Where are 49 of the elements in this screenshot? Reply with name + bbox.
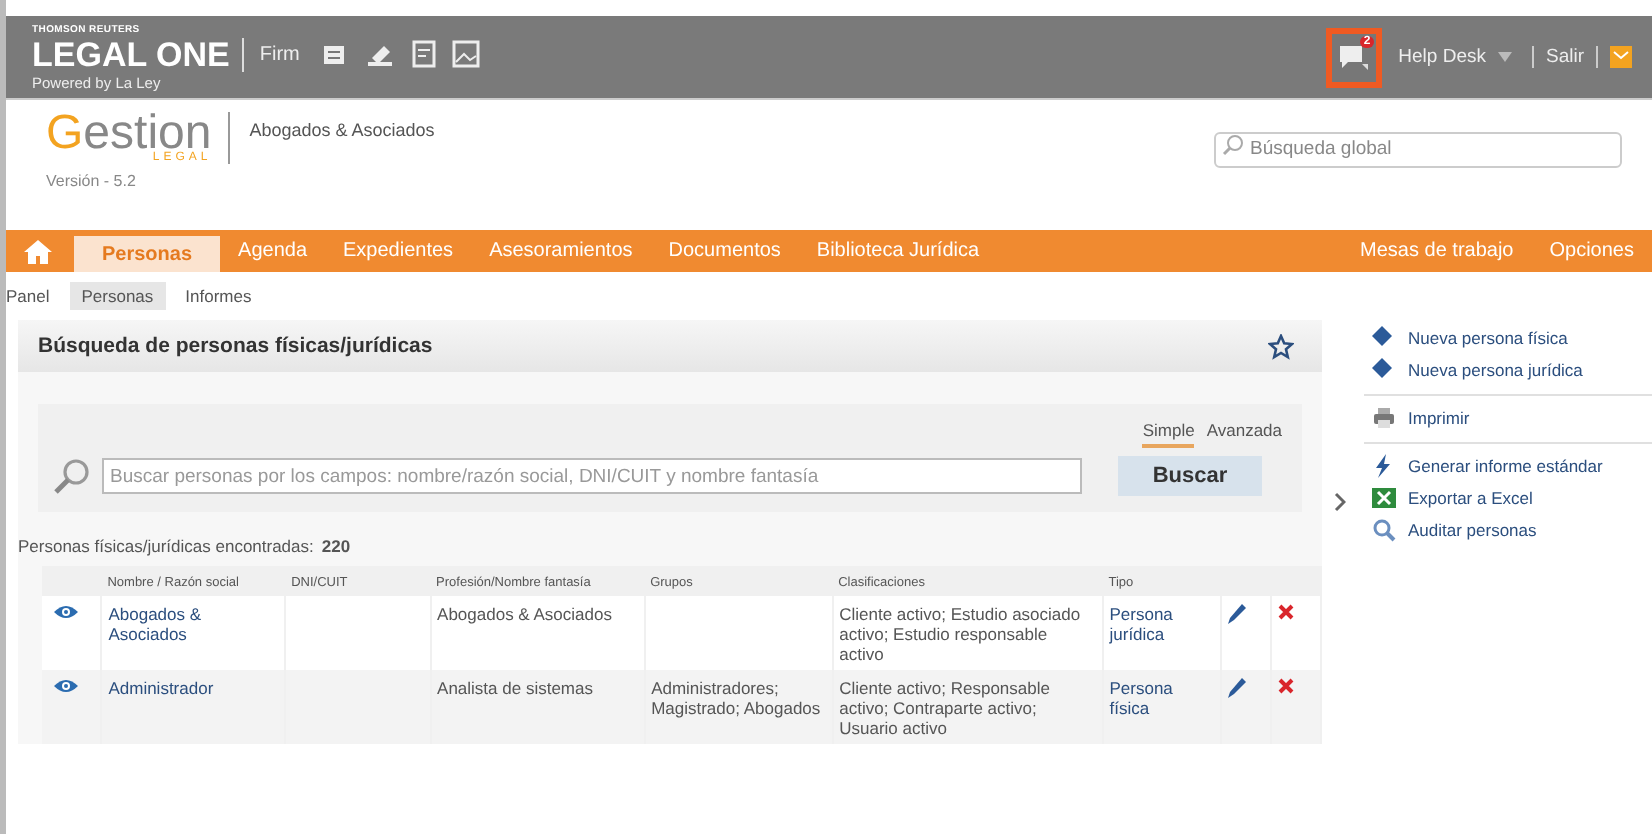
help-desk-menu[interactable]: Help Desk bbox=[1398, 46, 1486, 68]
printer-icon bbox=[1372, 406, 1396, 430]
report-icon[interactable] bbox=[411, 40, 436, 68]
lightning-icon bbox=[1372, 454, 1396, 478]
caret-icon bbox=[1497, 52, 1512, 62]
global-search-field[interactable]: Búsqueda global bbox=[1214, 131, 1622, 167]
table-cell-text: Persona física bbox=[1109, 678, 1175, 718]
logout-link[interactable]: Salir bbox=[1531, 46, 1598, 68]
search-mode-tab[interactable]: Simple bbox=[1142, 420, 1195, 448]
table-cell-text: Persona jurídica bbox=[1109, 604, 1175, 644]
product-label: Firm bbox=[259, 43, 300, 65]
image-icon[interactable] bbox=[451, 40, 480, 68]
search-mode-tab[interactable]: Avanzada bbox=[1206, 420, 1282, 448]
brand-logo: LEGAL ONE bbox=[32, 37, 244, 71]
eye-icon[interactable] bbox=[54, 678, 78, 694]
search-icon bbox=[54, 458, 90, 494]
sub-tab[interactable]: Informes bbox=[173, 282, 264, 310]
magnifier-icon bbox=[1372, 518, 1396, 542]
action-link[interactable]: Generar informe estándar bbox=[1408, 456, 1603, 476]
action-link[interactable]: Nueva persona física bbox=[1408, 328, 1568, 348]
spreadsheet-icon bbox=[1372, 486, 1396, 510]
table-cell: Analista de sistemas bbox=[437, 678, 593, 698]
action-link[interactable]: Auditar personas bbox=[1408, 520, 1537, 540]
delete-icon[interactable] bbox=[1278, 604, 1295, 620]
chevron-right-icon[interactable] bbox=[1334, 492, 1346, 512]
pencil-icon[interactable] bbox=[1228, 678, 1247, 698]
sub-tab[interactable]: Panel bbox=[6, 282, 62, 310]
table-cell: Administradores; Magistrado; Abogados bbox=[651, 678, 821, 718]
eye-icon[interactable] bbox=[54, 604, 78, 620]
action-link[interactable]: Exportar a Excel bbox=[1408, 488, 1533, 508]
delete-icon[interactable] bbox=[1278, 678, 1295, 694]
results-count-label: Personas físicas/jurídicas encontradas: bbox=[18, 536, 314, 556]
action-link[interactable]: Imprimir bbox=[1408, 408, 1470, 428]
pencil-icon[interactable] bbox=[1228, 604, 1247, 624]
chat-icon bbox=[1338, 41, 1371, 73]
company-name: Abogados & Asociados bbox=[249, 120, 435, 140]
search-field[interactable]: Buscar personas por los campos: nombre/razón social, DNI/CUIT y nombre fantasía bbox=[102, 458, 1082, 494]
table-cell: Abogados & Asociados bbox=[437, 604, 612, 624]
version-text: Versión - 5.2 bbox=[46, 172, 138, 190]
results-count: 220 bbox=[321, 536, 351, 556]
action-link[interactable]: Nueva persona jurídica bbox=[1408, 360, 1583, 380]
star-icon[interactable] bbox=[1268, 333, 1294, 359]
table-cell: Cliente activo; Responsable activo; Contraparte activo; Usuario activo bbox=[839, 678, 1050, 738]
search-button[interactable]: Buscar bbox=[1118, 456, 1262, 496]
panel-title: Búsqueda de personas físicas/jurídicas bbox=[38, 334, 433, 358]
document-icon[interactable] bbox=[319, 40, 348, 68]
table-cell: Cliente activo; Estudio asociado activo; Estudio responsable activo bbox=[839, 604, 1081, 664]
sub-tab[interactable]: Personas bbox=[69, 282, 166, 310]
search-icon bbox=[1222, 134, 1244, 156]
